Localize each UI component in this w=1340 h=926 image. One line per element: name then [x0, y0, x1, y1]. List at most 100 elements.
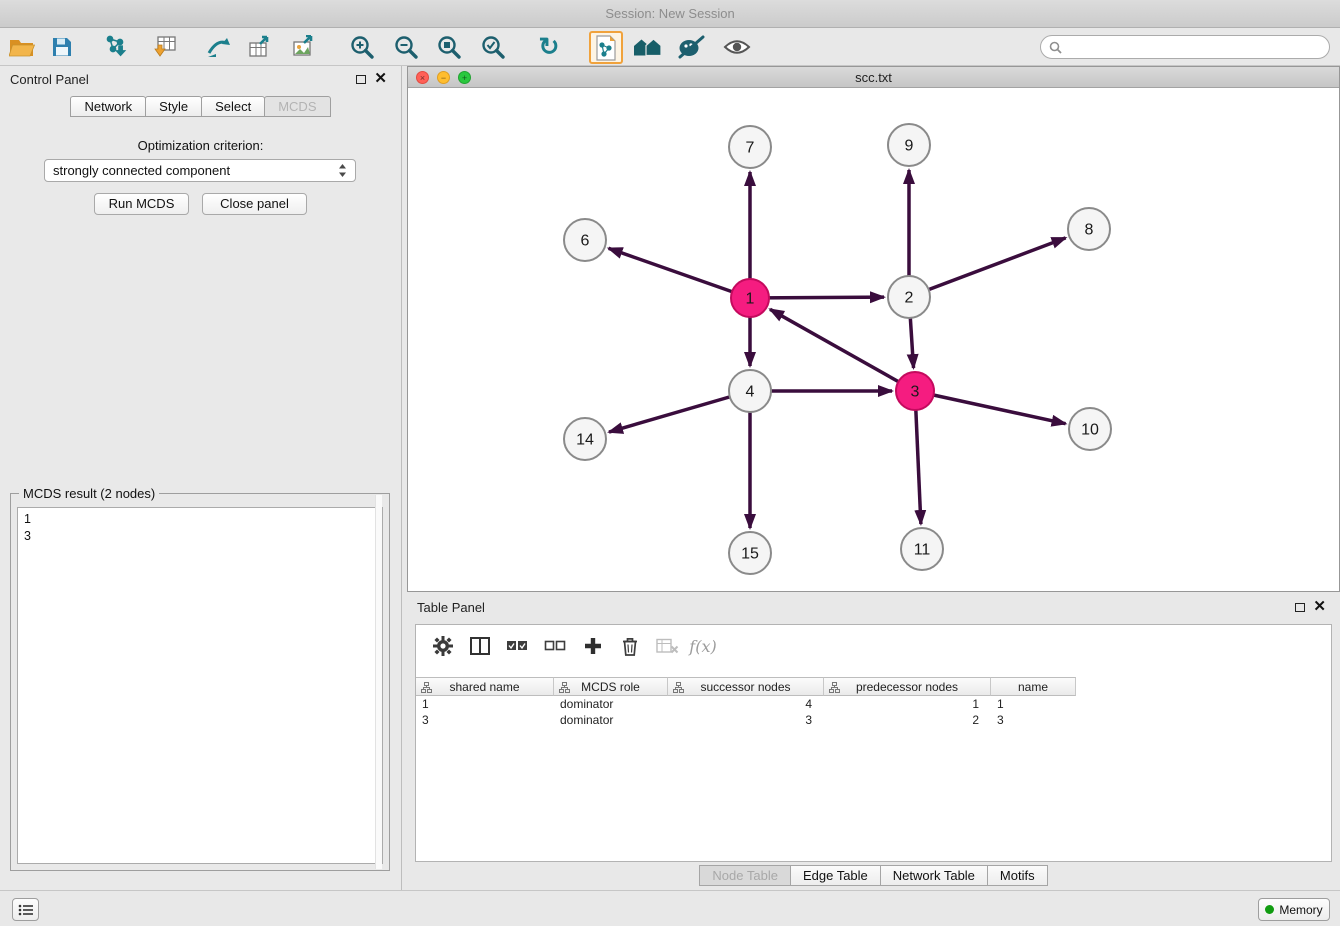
- run-mcds-button[interactable]: Run MCDS: [94, 193, 189, 215]
- import-table-button[interactable]: [150, 32, 180, 62]
- table-cell[interactable]: 3: [991, 712, 1076, 728]
- save-session-button[interactable]: [47, 32, 77, 62]
- table-row[interactable]: 3dominator323: [416, 712, 1332, 728]
- column-tree-icon: [421, 682, 432, 693]
- delete-column-button[interactable]: [615, 631, 645, 661]
- search-field[interactable]: [1040, 35, 1330, 59]
- result-scrollbar[interactable]: [375, 495, 382, 869]
- edge-3-1[interactable]: [770, 309, 915, 391]
- table-body: 1dominator4113dominator323: [416, 696, 1332, 728]
- home-icon: [633, 36, 663, 58]
- column-header-MCDS-role[interactable]: MCDS role: [554, 677, 668, 696]
- save-icon: [51, 36, 73, 58]
- svg-text:1: 1: [746, 291, 755, 308]
- open-file-button[interactable]: [7, 32, 37, 62]
- import-network-button[interactable]: [102, 32, 132, 62]
- close-table-panel-icon[interactable]: ✕: [1313, 601, 1326, 613]
- tab-network[interactable]: Network: [70, 96, 146, 117]
- zoom-selected-button[interactable]: [478, 32, 508, 62]
- node-6[interactable]: 6: [564, 219, 606, 261]
- new-table-button[interactable]: [246, 32, 276, 62]
- table-row[interactable]: 1dominator411: [416, 696, 1332, 712]
- mcds-result-box: MCDS result (2 nodes) 13: [10, 493, 390, 871]
- edge-1-6[interactable]: [609, 248, 750, 298]
- edge-2-8[interactable]: [909, 238, 1066, 297]
- function-builder-button[interactable]: f(x): [688, 631, 718, 661]
- node-8[interactable]: 8: [1068, 208, 1110, 250]
- edge-3-10[interactable]: [915, 391, 1066, 424]
- task-history-button[interactable]: [12, 898, 39, 921]
- node-2[interactable]: 2: [888, 276, 930, 318]
- select-all-button[interactable]: [502, 631, 532, 661]
- close-panel-icon[interactable]: ✕: [374, 73, 387, 85]
- table-cell[interactable]: 3: [668, 712, 824, 728]
- maximize-window-icon[interactable]: +: [458, 71, 471, 84]
- new-network-icon: [205, 35, 231, 59]
- status-bar: Memory: [0, 890, 1340, 926]
- network-window-titlebar[interactable]: scc.txt: [408, 67, 1339, 88]
- add-column-button[interactable]: [578, 631, 608, 661]
- node-15[interactable]: 15: [729, 532, 771, 574]
- refresh-icon: ↻: [539, 35, 560, 60]
- tab-style[interactable]: Style: [145, 96, 202, 117]
- criterion-dropdown[interactable]: strongly connected component: [44, 159, 356, 182]
- float-panel-icon[interactable]: [356, 75, 366, 84]
- memory-button[interactable]: Memory: [1258, 898, 1330, 921]
- table-cell[interactable]: 1: [991, 696, 1076, 712]
- svg-text:3: 3: [911, 384, 920, 401]
- close-window-icon[interactable]: ×: [416, 71, 429, 84]
- edge-4-14[interactable]: [609, 391, 750, 432]
- column-header-name[interactable]: name: [991, 677, 1076, 696]
- svg-text:8: 8: [1085, 222, 1094, 239]
- apply-layout-button[interactable]: ↻: [534, 32, 564, 62]
- network-canvas[interactable]: 7 9 6 8 1 2 4 3 14 10 15 11: [408, 88, 1339, 591]
- close-panel-button[interactable]: Close panel: [202, 193, 307, 215]
- deselect-all-button[interactable]: [540, 631, 570, 661]
- zoom-in-button[interactable]: [347, 32, 377, 62]
- node-4[interactable]: 4: [729, 370, 771, 412]
- home-button[interactable]: [633, 32, 663, 62]
- node-7[interactable]: 7: [729, 126, 771, 168]
- node-11[interactable]: 11: [901, 528, 943, 570]
- table-cell[interactable]: 1: [416, 696, 554, 712]
- table-cell[interactable]: 2: [824, 712, 991, 728]
- column-tree-icon: [559, 682, 570, 693]
- tab-motifs[interactable]: Motifs: [987, 865, 1048, 886]
- zoom-out-button[interactable]: [391, 32, 421, 62]
- new-network-button[interactable]: [203, 32, 233, 62]
- export-image-button[interactable]: [290, 32, 320, 62]
- tab-network-table[interactable]: Network Table: [880, 865, 988, 886]
- table-cell[interactable]: 3: [416, 712, 554, 728]
- mcds-result-list[interactable]: 13: [17, 507, 383, 864]
- tab-mcds[interactable]: MCDS: [264, 96, 330, 117]
- node-10[interactable]: 10: [1069, 408, 1111, 450]
- node-3[interactable]: 3: [896, 372, 934, 410]
- zoom-fit-button[interactable]: [434, 32, 464, 62]
- search-input[interactable]: [1067, 40, 1321, 54]
- delete-table-button[interactable]: [652, 631, 682, 661]
- split-view-button[interactable]: [465, 631, 495, 661]
- column-header-successor-nodes[interactable]: successor nodes: [668, 677, 824, 696]
- window-titlebar[interactable]: Session: New Session: [0, 0, 1340, 28]
- node-9[interactable]: 9: [888, 124, 930, 166]
- float-table-panel-icon[interactable]: [1295, 603, 1305, 612]
- show-network-overview-button[interactable]: [589, 31, 623, 64]
- minimize-window-icon[interactable]: −: [437, 71, 450, 84]
- show-hide-panels-button[interactable]: [722, 32, 752, 62]
- svg-text:9: 9: [905, 138, 914, 155]
- column-header-predecessor-nodes[interactable]: predecessor nodes: [824, 677, 991, 696]
- table-cell[interactable]: 1: [824, 696, 991, 712]
- table-cell[interactable]: 4: [668, 696, 824, 712]
- apply-style-button[interactable]: [676, 32, 706, 62]
- edge-1-2[interactable]: [750, 297, 884, 298]
- trash-icon: [621, 636, 639, 656]
- table-settings-button[interactable]: [428, 631, 458, 661]
- tab-node-table[interactable]: Node Table: [699, 865, 791, 886]
- node-1[interactable]: 1: [731, 279, 769, 317]
- node-14[interactable]: 14: [564, 418, 606, 460]
- tab-edge-table[interactable]: Edge Table: [790, 865, 881, 886]
- table-cell[interactable]: dominator: [554, 696, 668, 712]
- tab-select[interactable]: Select: [201, 96, 265, 117]
- column-header-shared-name[interactable]: shared name: [416, 677, 554, 696]
- table-cell[interactable]: dominator: [554, 712, 668, 728]
